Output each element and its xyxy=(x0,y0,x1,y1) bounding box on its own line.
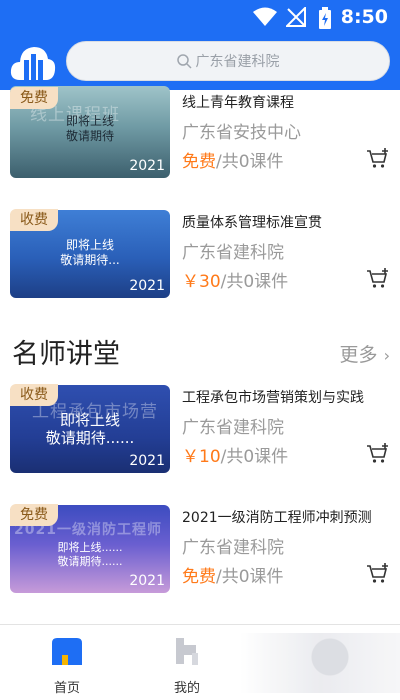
section-title: 名师讲堂 xyxy=(12,339,120,370)
course-organization: 广东省建科院 xyxy=(182,418,284,438)
coming-soon-text: 即将上线 敬请期待...... xyxy=(45,411,135,447)
course-title: 线上青年教育课程 xyxy=(182,95,294,111)
course-price-line: 免费/共0课件 xyxy=(182,147,284,172)
coming-soon-text: 即将上线...... 敬请期待...... xyxy=(57,541,123,568)
course-price-line: 免费/共0课件 xyxy=(182,562,284,587)
course-price: ￥10 xyxy=(182,447,221,467)
coming-soon-text: 即将上线 敬请期待 xyxy=(65,114,114,143)
search-placeholder: 广东省建科院 xyxy=(195,54,280,70)
decorative-overlay xyxy=(240,633,400,693)
course-price-line: ￥10/共0课件 xyxy=(182,442,288,467)
course-count: /共0课件 xyxy=(220,447,289,467)
price-type-badge: 收费 xyxy=(10,209,58,231)
add-to-cart-icon[interactable] xyxy=(366,443,390,465)
price-type-badge: 收费 xyxy=(10,384,58,406)
app-logo-icon xyxy=(10,47,56,80)
course-count: /共0课件 xyxy=(216,152,284,172)
course-title: 工程承包市场营销策划与实践 xyxy=(182,390,364,406)
add-to-cart-icon[interactable] xyxy=(366,268,390,290)
chevron-right-icon: › xyxy=(383,346,390,365)
app-header: 8:50 广东省建科院 xyxy=(0,0,400,90)
course-card[interactable]: 线上课程班 即将上线 敬请期待 2021 免费 线上青年教育课程 广东省安技中心… xyxy=(0,86,400,190)
tab-mine[interactable]: 我的 xyxy=(147,635,227,696)
course-card[interactable]: 工程承包市场营 即将上线 敬请期待...... 2021 收费 工程承包市场营销… xyxy=(0,384,400,485)
course-title: 质量体系管理标准宣贯 xyxy=(182,215,322,231)
course-count: /共0课件 xyxy=(220,272,289,292)
home-icon xyxy=(52,638,82,665)
add-to-cart-icon[interactable] xyxy=(366,563,390,585)
status-time: 8:50 xyxy=(340,6,388,28)
battery-charging-icon xyxy=(319,7,331,29)
course-count: /共0课件 xyxy=(216,567,284,587)
status-bar: 8:50 xyxy=(0,0,400,36)
tab-home[interactable]: 首页 xyxy=(27,635,107,696)
bottom-tab-bar: 首页 我的 xyxy=(0,624,400,700)
no-signal-icon xyxy=(286,7,306,27)
course-price: ￥30 xyxy=(182,272,221,292)
price-type-badge: 免费 xyxy=(10,504,58,526)
course-card[interactable]: 即将上线 敬请期待... 2021 收费 质量体系管理标准宣贯 广东省建科院 ￥… xyxy=(0,209,400,310)
course-price-line: ￥30/共0课件 xyxy=(182,267,288,292)
course-organization: 广东省安技中心 xyxy=(182,123,301,143)
search-input[interactable]: 广东省建科院 xyxy=(66,41,390,81)
coming-soon-text: 即将上线 敬请期待... xyxy=(60,238,120,267)
course-price: 免费 xyxy=(182,152,216,172)
more-link[interactable]: 更多 › xyxy=(340,340,390,367)
user-icon xyxy=(176,638,198,665)
price-type-badge: 免费 xyxy=(10,87,58,109)
course-organization: 广东省建科院 xyxy=(182,243,284,263)
search-icon xyxy=(176,53,192,69)
add-to-cart-icon[interactable] xyxy=(366,148,390,170)
course-organization: 广东省建科院 xyxy=(182,538,284,558)
wifi-icon xyxy=(253,7,277,26)
course-title: 2021一级消防工程师冲刺预测 xyxy=(182,510,372,526)
course-price: 免费 xyxy=(182,567,216,587)
course-card[interactable]: 2021一级消防工程师 即将上线...... 敬请期待...... 2021 免… xyxy=(0,504,400,605)
